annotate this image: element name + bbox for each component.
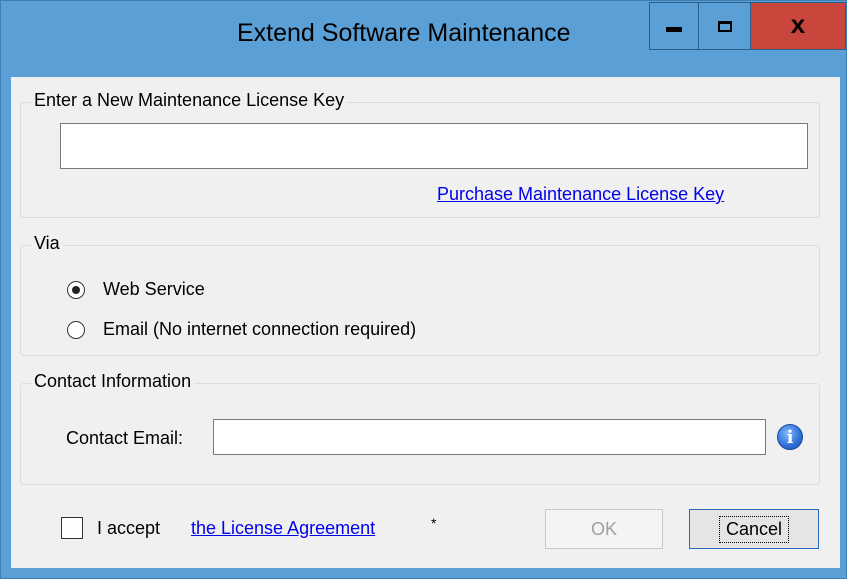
web-service-label: Web Service	[103, 279, 205, 299]
license-agreement-link[interactable]: the License Agreement	[191, 518, 375, 539]
required-marker: *	[431, 515, 437, 531]
window-title: Extend Software Maintenance	[237, 19, 571, 47]
email-option-label: Email (No internet connection required)	[103, 319, 417, 339]
license-key-input[interactable]	[60, 123, 808, 169]
maximize-button[interactable]	[699, 2, 751, 50]
radio-email[interactable]: Email (No internet connection required)	[67, 319, 416, 340]
radio-web-service[interactable]: Web Service	[67, 279, 205, 300]
accept-label: I accept	[97, 518, 161, 538]
close-button[interactable]: x	[751, 2, 846, 50]
via-group: Via Web Service Email (No internet conne…	[20, 233, 820, 356]
via-legend: Via	[31, 233, 63, 254]
cancel-button[interactable]: Cancel	[689, 509, 819, 549]
purchase-license-link[interactable]: Purchase Maintenance License Key	[437, 184, 724, 205]
title-bar[interactable]: Extend Software Maintenance x	[1, 1, 846, 77]
dialog-window: Extend Software Maintenance x Enter a Ne…	[0, 0, 847, 579]
ok-button[interactable]: OK	[545, 509, 663, 549]
contact-email-label: Contact Email:	[66, 428, 184, 448]
minimize-icon	[666, 26, 682, 32]
email-radio[interactable]	[67, 320, 85, 339]
contact-legend: Contact Information	[31, 371, 195, 392]
dialog-body: Enter a New Maintenance License Key Purc…	[11, 77, 840, 568]
minimize-button[interactable]	[649, 2, 699, 50]
contact-email-input[interactable]	[213, 419, 766, 455]
info-icon[interactable]: i	[777, 424, 803, 450]
web-service-radio[interactable]	[67, 280, 85, 299]
maximize-icon	[717, 20, 732, 32]
accept-checkbox[interactable]	[61, 517, 83, 539]
close-icon: x	[790, 9, 806, 39]
cancel-button-label: Cancel	[718, 515, 790, 543]
contact-group: Contact Information Contact Email: i	[20, 371, 820, 485]
license-key-group: Enter a New Maintenance License Key Purc…	[20, 90, 820, 218]
license-key-legend: Enter a New Maintenance License Key	[31, 90, 348, 111]
